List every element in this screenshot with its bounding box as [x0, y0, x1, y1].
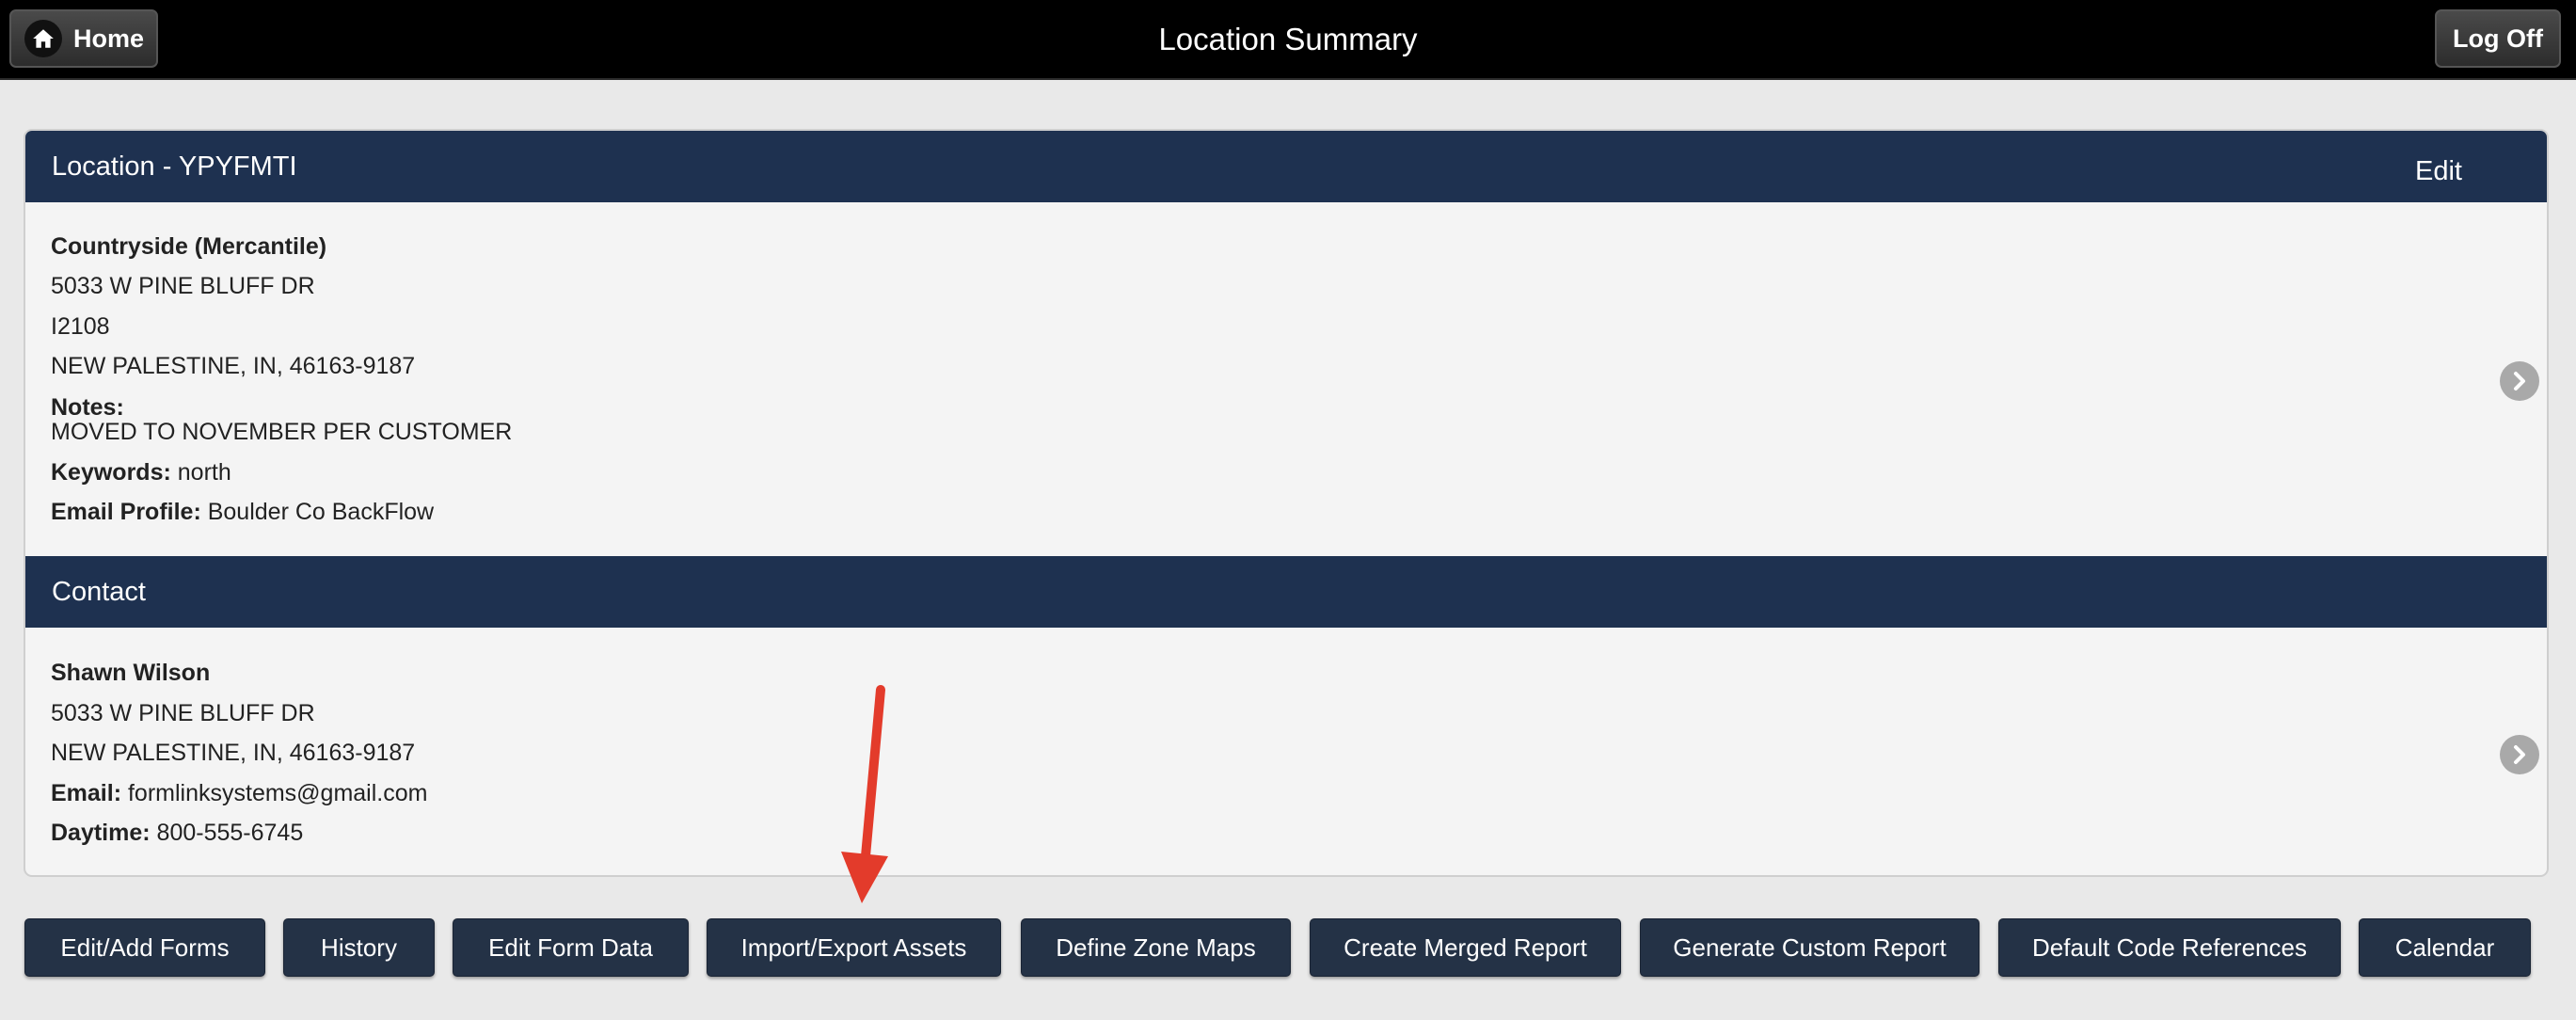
location-panel: Location - YPYFMTI Edit Countryside (Mer…: [24, 129, 2549, 877]
calendar-button[interactable]: Calendar: [2359, 918, 2531, 977]
define-zone-maps-button[interactable]: Define Zone Maps: [1021, 918, 1291, 977]
import-export-assets-button[interactable]: Import/Export Assets: [707, 918, 1001, 977]
top-bar: Location Summary Home Log Off: [0, 0, 2576, 80]
chevron-right-icon[interactable]: [2500, 361, 2539, 401]
home-icon: [24, 20, 62, 57]
location-address2: I2108: [51, 313, 110, 340]
default-code-references-button[interactable]: Default Code References: [1998, 918, 2341, 977]
location-section-title: Location - YPYFMTI: [52, 151, 297, 182]
contact-name: Shawn Wilson: [51, 660, 211, 686]
contact-section-title: Contact: [52, 577, 146, 607]
location-notes-value: MOVED TO NOVEMBER PER CUSTOMER: [51, 419, 513, 445]
contact-daytime: Daytime: 800-555-6745: [51, 820, 304, 846]
contact-city-line: NEW PALESTINE, IN, 46163-9187: [51, 740, 416, 766]
location-notes-label: Notes:: [51, 394, 124, 421]
edit-location-button[interactable]: Edit: [2415, 131, 2462, 212]
logoff-button[interactable]: Log Off: [2435, 9, 2561, 68]
location-section-header: Location - YPYFMTI Edit: [25, 131, 2547, 202]
edit-add-forms-button[interactable]: Edit/Add Forms: [24, 918, 265, 977]
location-city-line: NEW PALESTINE, IN, 46163-9187: [51, 353, 416, 379]
home-button-label: Home: [73, 24, 145, 53]
location-name: Countryside (Mercantile): [51, 233, 327, 260]
location-keywords: Keywords: north: [51, 459, 231, 486]
create-merged-report-button[interactable]: Create Merged Report: [1310, 918, 1621, 977]
contact-address1: 5033 W PINE BLUFF DR: [51, 700, 315, 726]
generate-custom-report-button[interactable]: Generate Custom Report: [1640, 918, 1980, 977]
location-address1: 5033 W PINE BLUFF DR: [51, 273, 315, 299]
page-title: Location Summary: [1158, 22, 1418, 56]
contact-email: Email: formlinksystems@gmail.com: [51, 780, 428, 806]
contact-section-header: Contact: [25, 556, 2547, 628]
location-email-profile: Email Profile: Boulder Co BackFlow: [51, 499, 435, 525]
chevron-right-icon[interactable]: [2500, 735, 2539, 774]
action-button-row: Edit/Add Forms History Edit Form Data Im…: [0, 918, 2576, 977]
edit-form-data-button[interactable]: Edit Form Data: [453, 918, 689, 977]
home-button[interactable]: Home: [9, 9, 158, 68]
history-button[interactable]: History: [283, 918, 435, 977]
